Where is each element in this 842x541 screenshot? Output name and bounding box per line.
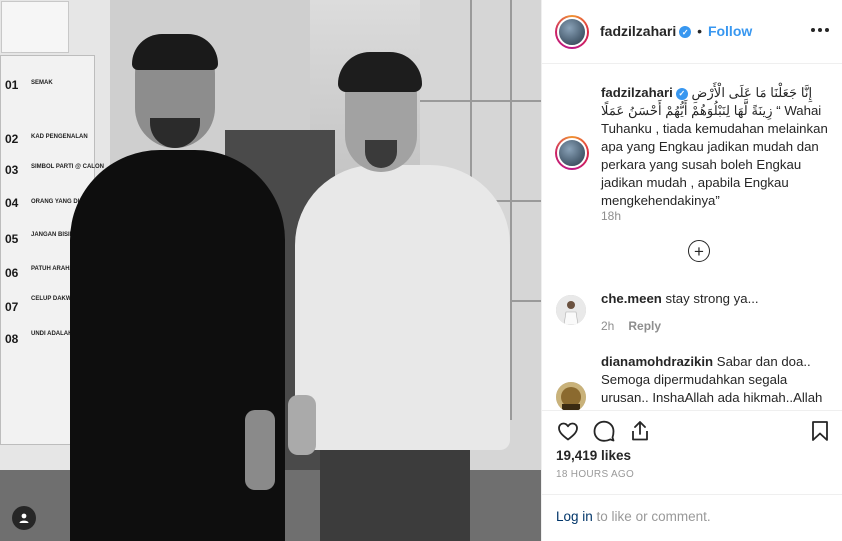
comment-text: stay strong ya... [665, 291, 759, 306]
commenter-username[interactable]: che.meen [601, 291, 662, 306]
author-username[interactable]: fadzilzahari [600, 23, 676, 39]
comments-area[interactable]: fadzilzahari ✓ إِنَّا جَعَلْنَا مَا عَلَى… [542, 64, 842, 410]
plus-circle-icon[interactable]: + [688, 240, 710, 262]
commenter-avatar[interactable] [556, 382, 586, 410]
post-photo[interactable]: 01 SEMAK 02 KAD PENGENALAN 03 SIMBOL PAR… [0, 0, 541, 541]
share-icon[interactable] [628, 419, 652, 443]
commenter-username[interactable]: dianamohdrazikin [601, 354, 713, 369]
caption-author-avatar[interactable] [555, 136, 589, 170]
commenter-avatar[interactable] [556, 295, 586, 325]
login-prompt: Log in to like or comment. [542, 494, 842, 541]
post-actions: 19,419 likes 18 HOURS AGO Log in to like… [542, 410, 842, 541]
post-caption: fadzilzahari ✓ إِنَّا جَعَلْنَا مَا عَلَى… [601, 84, 829, 210]
comment-timestamp[interactable]: 2h [601, 319, 614, 333]
user-tag-icon[interactable] [12, 506, 36, 530]
post-side-panel: fadzilzahari ✓ • Follow fadzilzahari ✓ إِن… [541, 0, 842, 541]
photo-person-right-legs [320, 435, 470, 541]
reply-button[interactable]: Reply [628, 319, 661, 333]
heart-icon[interactable] [556, 419, 580, 443]
comment-icon[interactable] [592, 419, 616, 443]
post-date[interactable]: 18 HOURS AGO [556, 469, 634, 480]
follow-button[interactable]: Follow [708, 23, 752, 39]
likes-count[interactable]: 19,419 likes [556, 448, 631, 463]
more-options-icon[interactable] [811, 28, 829, 32]
caption-text: “ Wahai Tuhanku , tiada kemudahan melain… [601, 103, 828, 208]
caption-verified-badge-icon: ✓ [675, 87, 688, 100]
bookmark-icon[interactable] [808, 419, 832, 443]
login-prompt-text: to like or comment. [592, 509, 711, 524]
author-avatar[interactable] [555, 15, 589, 49]
caption-username[interactable]: fadzilzahari [601, 85, 673, 100]
post-header: fadzilzahari ✓ • Follow [542, 0, 842, 64]
header-separator: • [697, 23, 703, 39]
verified-badge-icon: ✓ [679, 26, 692, 39]
photo-person-right [295, 165, 510, 450]
caption-timestamp[interactable]: 18h [601, 209, 621, 223]
login-link[interactable]: Log in [556, 509, 593, 524]
